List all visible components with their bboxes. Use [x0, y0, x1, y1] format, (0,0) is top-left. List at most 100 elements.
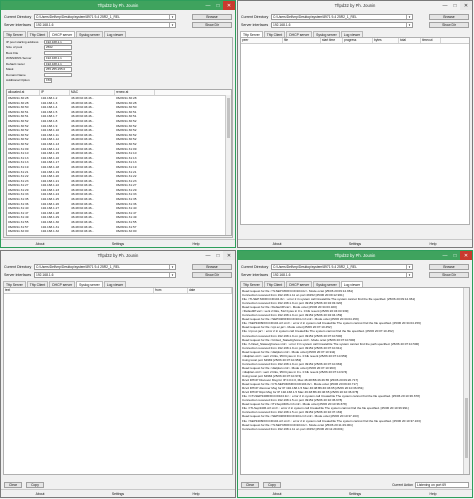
col-renew[interactable]: renew at: [115, 90, 155, 95]
log-line: Connection received from 192.168.1.11 on…: [242, 426, 344, 431]
col-peer[interactable]: peer: [241, 38, 283, 43]
help-button[interactable]: Help: [394, 492, 472, 496]
settings-button[interactable]: Settings: [79, 492, 157, 496]
help-button[interactable]: Help: [157, 242, 235, 246]
browse-button[interactable]: Browse: [429, 264, 469, 270]
dhcp-panel: IP pool starting address 192.168.1.1 Size…: [3, 37, 233, 238]
minimize-icon[interactable]: —: [203, 251, 213, 260]
chevron-down-icon[interactable]: ▾: [169, 14, 175, 19]
table-row[interactable]: 06/28/11 32:04 192.168.1.33 46:48:b6:46:46…: [7, 234, 231, 235]
col-ip[interactable]: IP: [40, 90, 70, 95]
col-progress[interactable]: progress: [343, 38, 373, 43]
dir-value: C:\Users\Dell\mp\Desktop\system\8971 9-4…: [36, 14, 120, 19]
log-viewer-text[interactable]: Read request for file <TLSEP:MDIFCCD104.…: [240, 287, 470, 475]
col-mac[interactable]: MAC: [70, 90, 115, 95]
additional-option-field[interactable]: 150: [44, 78, 52, 83]
browse-button[interactable]: Browse: [192, 264, 232, 270]
maximize-icon[interactable]: □: [213, 1, 223, 10]
col-start-time[interactable]: start time: [321, 38, 343, 43]
about-button[interactable]: About: [238, 242, 316, 246]
wins-dns-field[interactable]: 192.168.1.1: [44, 56, 72, 61]
dir-select[interactable]: C:\Users\Dell\mp\Desktop\system\8971 9-4…: [34, 263, 176, 270]
chevron-down-icon[interactable]: ▾: [169, 22, 175, 27]
pool-size-field[interactable]: 2562: [44, 45, 72, 50]
browse-button[interactable]: Browse: [429, 14, 469, 20]
log-actions: Clear Copy: [241, 482, 281, 488]
clear-button[interactable]: Clear: [4, 482, 22, 488]
domain-name-field[interactable]: [44, 72, 72, 77]
chevron-down-icon[interactable]: ▾: [169, 264, 175, 269]
col-date[interactable]: date: [188, 288, 232, 293]
iface-value: 192.168.1.6: [273, 22, 291, 27]
leases-scrollbar[interactable]: [225, 95, 231, 235]
mask-field[interactable]: 255.255.255.0: [44, 67, 72, 72]
dhcp-leases-table: allocated at IP MAC renew at 06/28/11 30…: [6, 89, 232, 236]
col-bytes[interactable]: bytes: [373, 38, 399, 43]
window-title: Tftpd32 by Ph. Jounin: [97, 3, 139, 8]
col-from[interactable]: from: [154, 288, 188, 293]
settings-button[interactable]: Settings: [316, 242, 394, 246]
settings-button[interactable]: Settings: [79, 242, 157, 246]
tftpd-window-syslog: Tftpd32 by Ph. Jounin — □ ✕ Current Dire…: [0, 250, 236, 498]
chevron-down-icon[interactable]: ▾: [406, 22, 412, 27]
close-icon[interactable]: ✕: [460, 1, 472, 10]
clear-button[interactable]: Clear: [241, 482, 259, 488]
minimize-icon[interactable]: —: [440, 1, 450, 10]
log-scrollbar[interactable]: [463, 288, 469, 474]
about-button[interactable]: About: [1, 242, 79, 246]
pool-start-field[interactable]: 192.168.1.1: [44, 39, 72, 44]
col-timeout[interactable]: timeout: [421, 38, 441, 43]
close-icon[interactable]: ✕: [223, 251, 235, 260]
chevron-down-icon[interactable]: ▾: [406, 264, 412, 269]
scroll-thumb[interactable]: [227, 98, 230, 138]
status-bar: About Settings Help: [1, 239, 235, 247]
iface-select[interactable]: 192.168.1.6 ▾: [271, 271, 413, 278]
default-router-label: Default router: [6, 61, 25, 66]
title-bar[interactable]: Tftpd32 by Ph. Jounin — □ ✕: [238, 251, 472, 260]
title-bar[interactable]: Tftpd32 by Ph. Jounin — □ ✕: [1, 251, 235, 260]
settings-button[interactable]: Settings: [316, 492, 394, 496]
show-dir-button[interactable]: Show Dir: [192, 22, 232, 28]
dir-select[interactable]: C:\Users\Dell\mp\Desktop\system\8971 9-4…: [271, 263, 413, 270]
about-button[interactable]: About: [238, 492, 316, 496]
dir-select[interactable]: C:\Users\Dell\mp\Desktop\system\8971 9-4…: [271, 13, 413, 20]
iface-select[interactable]: 192.168.1.6 ▾: [271, 21, 413, 28]
col-total[interactable]: total: [399, 38, 421, 43]
maximize-icon[interactable]: □: [450, 251, 460, 260]
chevron-down-icon[interactable]: ▾: [406, 14, 412, 19]
copy-button[interactable]: Copy: [263, 482, 281, 488]
show-dir-button[interactable]: Show Dir: [192, 272, 232, 278]
maximize-icon[interactable]: □: [213, 251, 223, 260]
show-dir-button[interactable]: Show Dir: [429, 272, 469, 278]
help-button[interactable]: Help: [394, 242, 472, 246]
help-button[interactable]: Help: [157, 492, 235, 496]
iface-select[interactable]: 192.168.1.6 ▾: [34, 271, 176, 278]
browse-button[interactable]: Browse: [192, 14, 232, 20]
dir-label: Current Directory: [4, 14, 32, 19]
title-bar[interactable]: Tftpd32 by Ph. Jounin — □ ✕: [238, 1, 472, 10]
iface-select[interactable]: 192.168.1.6 ▾: [34, 21, 176, 28]
close-icon[interactable]: ✕: [223, 1, 235, 10]
minimize-icon[interactable]: —: [203, 1, 213, 10]
chevron-down-icon[interactable]: ▾: [406, 272, 412, 277]
col-file[interactable]: file: [283, 38, 321, 43]
title-bar[interactable]: Tftpd32 by Ph. Jounin — □ ✕: [1, 1, 235, 10]
col-allocated[interactable]: allocated at: [7, 90, 40, 95]
col-text[interactable]: text: [4, 288, 154, 293]
boot-file-field[interactable]: [44, 50, 72, 55]
chevron-down-icon[interactable]: ▾: [169, 272, 175, 277]
iface-label: Server interfaces: [4, 22, 32, 27]
dir-select[interactable]: C:\Users\Dell\mp\Desktop\system\8971 9-4…: [34, 13, 176, 20]
current-action-value: Listening on port 69: [415, 482, 469, 488]
tftpd-window-log-viewer: Tftpd32 by Ph. Jounin — □ ✕ Current Dire…: [237, 250, 473, 498]
scroll-thumb[interactable]: [465, 398, 468, 458]
copy-button[interactable]: Copy: [26, 482, 44, 488]
default-router-field[interactable]: 192.168.1.1: [44, 61, 72, 66]
about-button[interactable]: About: [1, 492, 79, 496]
close-icon[interactable]: ✕: [460, 251, 472, 260]
show-dir-button[interactable]: Show Dir: [429, 22, 469, 28]
status-bar: About Settings Help: [1, 489, 235, 497]
maximize-icon[interactable]: □: [450, 1, 460, 10]
tftpd-window-dhcp: Tftpd32 by Ph. Jounin — □ ✕ Current Dire…: [0, 0, 236, 248]
minimize-icon[interactable]: —: [440, 251, 450, 260]
